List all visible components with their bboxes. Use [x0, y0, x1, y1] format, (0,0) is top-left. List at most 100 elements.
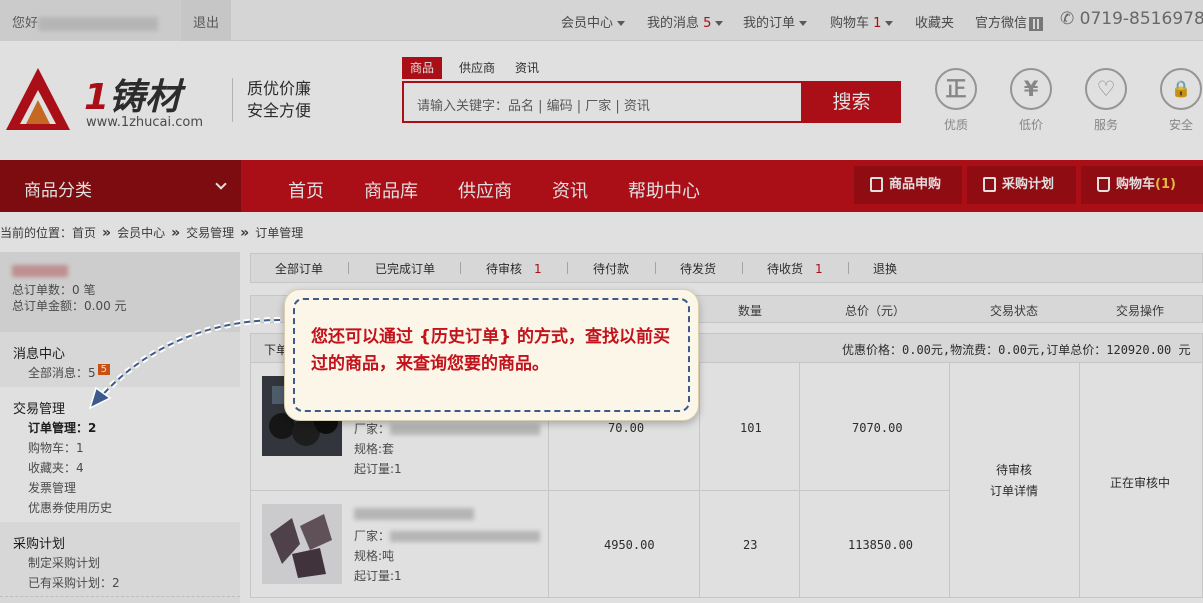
badge-label: 服务: [1093, 118, 1118, 132]
document-icon: [870, 177, 883, 192]
my-messages-menu[interactable]: 我的消息 5: [647, 12, 724, 31]
breadcrumb-trade[interactable]: 交易管理: [186, 226, 234, 240]
greeting-label: 您好: [12, 16, 39, 31]
column-divider: [799, 363, 800, 598]
callout-text: 您还可以通过 {历史订单} 的方式，查找以前买过的商品，来查询您要的商品。: [293, 298, 690, 412]
order-status: 待审核: [996, 463, 1033, 477]
logo-text: 1铸材: [84, 68, 181, 120]
member-center-menu[interactable]: 会员中心: [561, 12, 626, 31]
tab-count: 1: [815, 262, 823, 276]
product-image[interactable]: [262, 504, 342, 584]
cart-button-count: (1): [1155, 177, 1176, 192]
search-button[interactable]: 搜索: [802, 81, 901, 123]
search-tab-supplier[interactable]: 供应商: [451, 57, 503, 79]
blurred-username: [38, 16, 159, 31]
chevron-down-icon: [885, 21, 894, 26]
tutorial-callout: 您还可以通过 {历史订单} 的方式，查找以前买过的商品，来查询您要的商品。: [284, 289, 699, 421]
line-total: 113850.00: [848, 538, 914, 552]
badge-service: ♡ 服务: [1076, 68, 1136, 133]
message-count: 5: [703, 16, 712, 31]
pointer-arrow-icon: [88, 317, 281, 410]
maker-label: 厂家：: [354, 529, 391, 543]
sidebar-divider: [0, 596, 240, 597]
logo-name: 铸材: [109, 77, 182, 118]
tab-divider: [742, 262, 743, 274]
apply-button[interactable]: 商品申购: [854, 166, 962, 204]
maker-label: 厂家：: [354, 422, 391, 436]
breadcrumb-member[interactable]: 会员中心: [117, 226, 165, 240]
cart-button-label: 购物车: [1116, 177, 1156, 192]
hotline: ✆ 0719-8516978: [1060, 9, 1203, 29]
tab-pending-receipt[interactable]: 待收货 1: [767, 260, 823, 277]
phone-icon: ✆: [1060, 9, 1080, 29]
nav-help[interactable]: 帮助中心: [628, 177, 700, 203]
sidebar-item-existing-plans[interactable]: 已有采购计划：2: [28, 574, 120, 591]
badge-label: 低价: [1018, 118, 1043, 132]
edit-icon: [983, 177, 996, 192]
my-messages-label: 我的消息: [647, 16, 700, 31]
tab-label: 退换: [873, 262, 898, 276]
order-summary: 优惠价格：0.00元,物流费：0.00元,订单总价：120920.00 元: [842, 343, 1191, 357]
column-divider: [699, 363, 700, 598]
sidebar-section-trade: 交易管理: [13, 402, 66, 417]
tab-pending-shipment[interactable]: 待发货: [680, 260, 716, 277]
my-orders-menu[interactable]: 我的订单: [743, 12, 808, 31]
tab-all-orders[interactable]: 全部订单: [275, 260, 323, 277]
tab-divider: [348, 262, 349, 274]
cart-button[interactable]: 购物车(1): [1081, 166, 1203, 204]
nav-goods[interactable]: 商品库: [364, 177, 418, 203]
tab-divider: [848, 262, 849, 274]
tab-returns[interactable]: 退换: [873, 260, 897, 277]
tab-label: 全部订单: [275, 262, 324, 276]
sidebar-section-purchase: 采购计划: [13, 537, 66, 552]
wechat-label: 官方微信: [975, 16, 1028, 31]
chevron-down-icon: [617, 21, 626, 26]
nav-news[interactable]: 资讯: [552, 177, 588, 203]
tab-label: 待付款: [593, 262, 630, 276]
breadcrumb-prefix: 当前的位置：: [0, 226, 73, 240]
sidebar-item-coupons[interactable]: 优惠券使用历史: [28, 499, 112, 516]
badge-price: ¥ 低价: [1001, 68, 1061, 133]
cart-icon: [1097, 177, 1110, 192]
wechat-link[interactable]: 官方微信: [975, 12, 1044, 31]
greeting: 您好: [0, 0, 181, 41]
plan-label: 采购计划: [1002, 177, 1055, 192]
logout-link[interactable]: 退出: [181, 0, 231, 41]
sidebar-item-favorites[interactable]: 收藏夹：4: [28, 459, 84, 476]
search-input[interactable]: 请输入关键字：品名 | 编码 | 厂家 | 资讯: [402, 81, 803, 123]
favorites-link[interactable]: 收藏夹: [915, 12, 954, 31]
product-moq: 起订量:1: [354, 462, 402, 476]
product-name[interactable]: [354, 506, 474, 520]
product-maker: 厂家：: [354, 527, 541, 544]
order-detail-link[interactable]: 订单详情: [990, 482, 1038, 499]
column-quantity: 数量: [738, 304, 763, 318]
sidebar-item-make-plan[interactable]: 制定采购计划: [28, 554, 100, 571]
logo-mark-icon: [6, 68, 70, 130]
nav-home[interactable]: 首页: [288, 177, 324, 203]
badge-safety: 🔒 安全: [1151, 68, 1203, 133]
blurred-product-name: [354, 507, 474, 520]
tab-pending-review[interactable]: 待审核 1: [486, 260, 542, 277]
purchase-plan-button[interactable]: 采购计划: [967, 166, 1076, 204]
quantity: 23: [743, 538, 758, 552]
chevron-down-icon: [715, 21, 724, 26]
breadcrumb-home[interactable]: 首页: [72, 226, 96, 240]
badge-label: 安全: [1168, 118, 1193, 132]
member-center-label: 会员中心: [561, 16, 614, 31]
category-menu[interactable]: 商品分类: [0, 160, 241, 212]
breadcrumb: 当前的位置：首页 » 会员中心 » 交易管理 » 订单管理: [0, 224, 303, 241]
cart-count: 1: [873, 16, 882, 31]
tab-completed[interactable]: 已完成订单: [375, 260, 435, 277]
search-tab-news[interactable]: 资讯: [507, 57, 547, 79]
nav-suppliers[interactable]: 供应商: [458, 177, 512, 203]
cart-label: 购物车: [830, 16, 870, 31]
tab-pending-payment[interactable]: 待付款: [593, 260, 629, 277]
quantity: 101: [740, 421, 762, 435]
sidebar-item-cart[interactable]: 购物车：1: [28, 439, 84, 456]
sidebar-item-invoices[interactable]: 发票管理: [28, 479, 76, 496]
all-messages-label: 全部消息：: [28, 366, 89, 380]
sidebar-item-orders[interactable]: 订单管理：2: [28, 419, 96, 436]
search-tab-goods[interactable]: 商品: [402, 57, 443, 79]
product-moq: 起订量:1: [354, 569, 402, 583]
cart-menu[interactable]: 购物车 1: [830, 12, 894, 31]
